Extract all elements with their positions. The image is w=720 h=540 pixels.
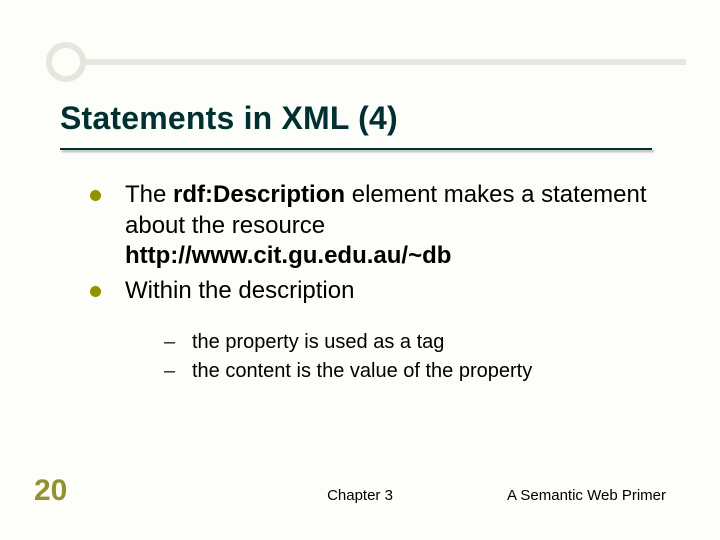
slide-content: The rdf:Description element makes a stat… — [90, 180, 650, 387]
dash-icon: – — [164, 358, 174, 385]
slide: Statements in XML (4) The rdf:Descriptio… — [0, 0, 720, 540]
sub-bullet-list: – the property is used as a tag – the co… — [164, 329, 650, 385]
text-bold-rdf: rdf:Description — [173, 181, 345, 208]
sub-bullet-text-2: the content is the value of the property — [192, 358, 532, 385]
bullet-dot-icon — [90, 190, 101, 201]
sub-bullet-item-2: – the content is the value of the proper… — [164, 358, 650, 385]
text-prefix: The — [125, 181, 173, 208]
bullet-text-1: The rdf:Description element makes a stat… — [125, 180, 650, 272]
text-bold-url: http://www.cit.gu.edu.au/~db — [125, 242, 451, 269]
sub-bullet-item-1: – the property is used as a tag — [164, 329, 650, 356]
main-bullet-list: The rdf:Description element makes a stat… — [90, 180, 650, 307]
slide-title: Statements in XML (4) — [60, 100, 398, 137]
sub-bullet-text-1: the property is used as a tag — [192, 329, 444, 356]
dash-icon: – — [164, 329, 174, 356]
bullet-item-2: Within the description — [90, 276, 650, 307]
bullet-text-2: Within the description — [125, 276, 650, 307]
bullet-dot-icon — [90, 286, 101, 297]
circle-icon — [46, 42, 86, 82]
title-underline — [60, 148, 652, 150]
header-decoration — [46, 42, 686, 82]
bullet-item-1: The rdf:Description element makes a stat… — [90, 180, 650, 272]
header-line — [82, 59, 686, 65]
footer-right: A Semantic Web Primer — [507, 487, 666, 504]
